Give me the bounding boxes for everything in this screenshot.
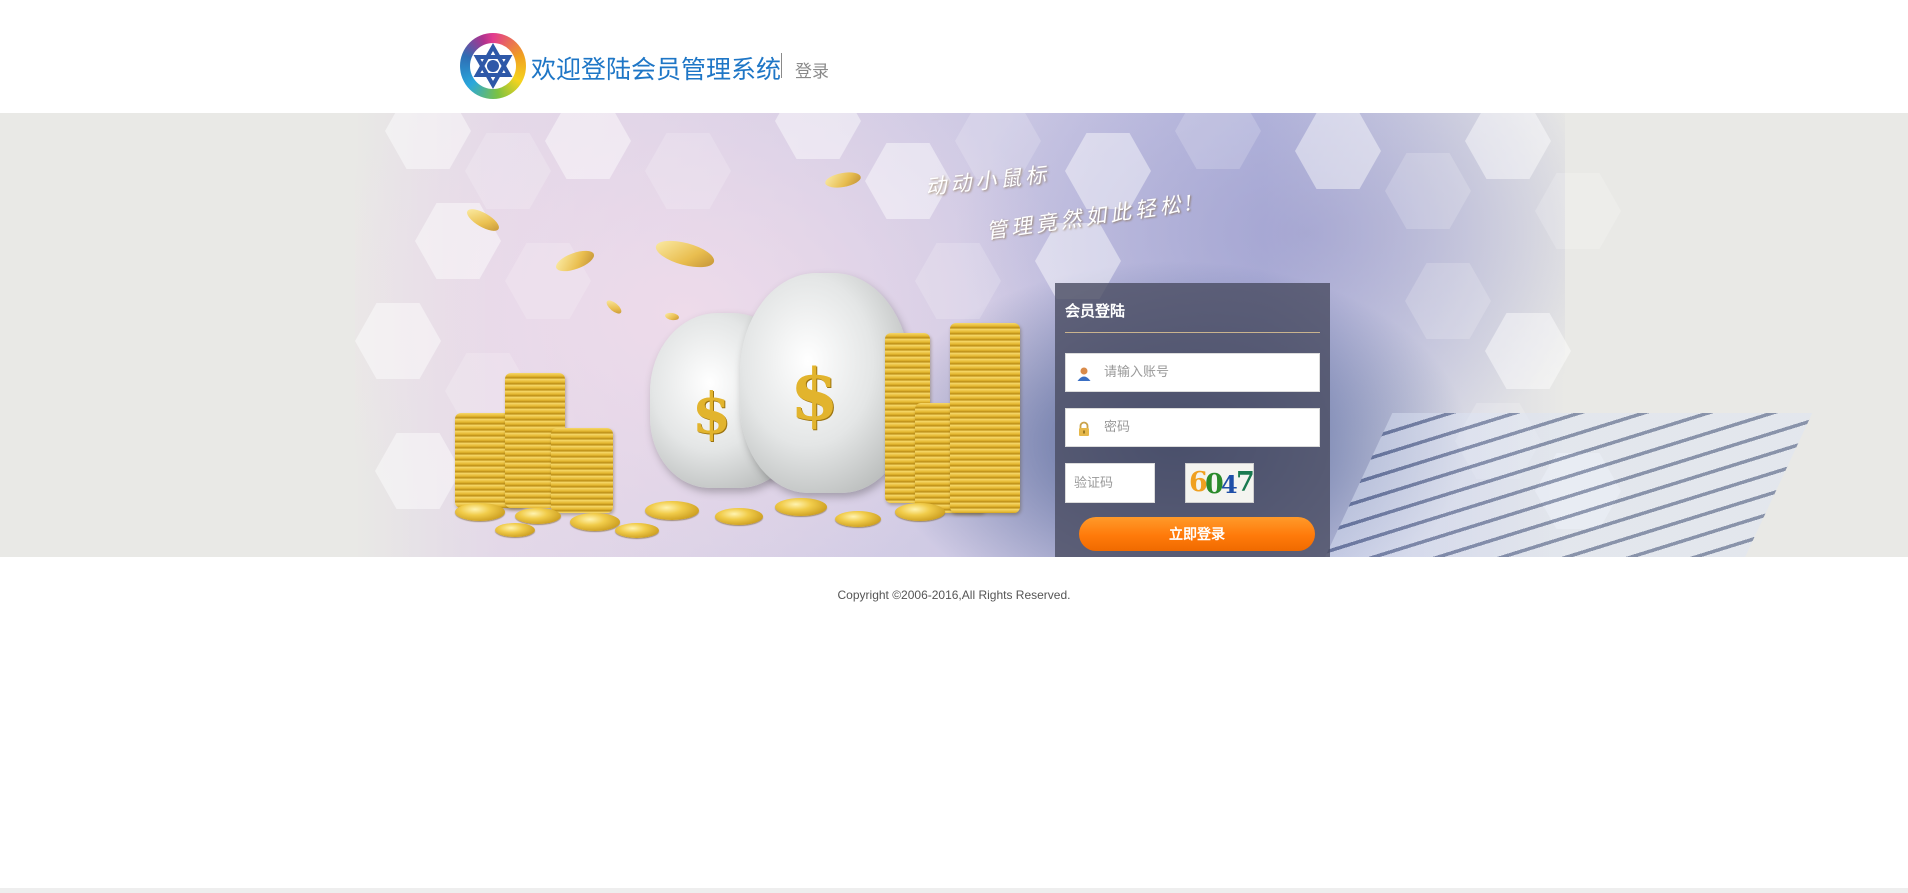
page-label: 登录 [795,62,829,82]
user-icon [1077,367,1091,381]
copyright-text: Copyright ©2006-2016,All Rights Reserved… [837,588,1071,602]
captcha-char: 7 [1236,467,1254,498]
password-field[interactable] [1065,408,1320,447]
captcha-image[interactable]: 6 0 4 7 [1185,463,1254,503]
username-field[interactable] [1065,353,1320,392]
login-button[interactable]: 立即登录 [1079,517,1315,551]
captcha-input[interactable] [1066,464,1154,502]
banner-illustration: 动动小鼠标 管理竟然如此轻松! $ $ [355,113,1813,557]
lock-icon [1079,421,1089,436]
site-logo-icon [460,33,526,99]
title-divider [781,53,782,78]
password-input[interactable] [1104,409,1314,446]
login-title-divider [1065,332,1320,333]
banner: 动动小鼠标 管理竟然如此轻松! $ $ 会员登陆 请输入账号 验证码 6 0 4… [0,113,1908,557]
bottom-divider [0,888,1908,893]
username-input[interactable] [1104,354,1314,391]
slogan-line-1: 动动小鼠标 [924,162,1052,200]
login-panel: 会员登陆 6 0 4 7 立即登录 [1055,283,1330,557]
captcha-field[interactable] [1065,463,1155,503]
login-title: 会员登陆 [1065,302,1126,320]
site-title: 欢迎登陆会员管理系统 [531,55,782,84]
header: 欢迎登陆会员管理系统 登录 [0,0,1908,113]
